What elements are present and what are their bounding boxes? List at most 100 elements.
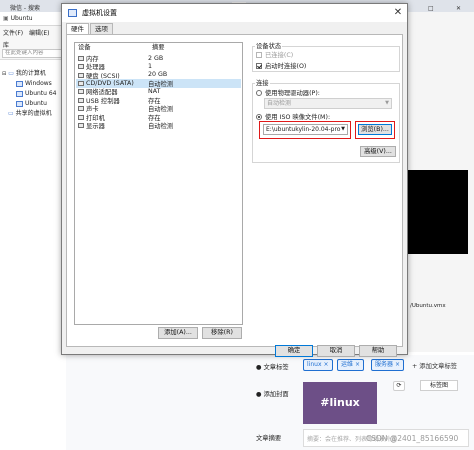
tree-item-ubuntu[interactable]: Ubuntu: [16, 99, 47, 109]
connect-on-power-on-checkbox[interactable]: 启动时连接(O): [256, 61, 306, 70]
cover-label-text: 添加封面: [263, 391, 289, 398]
connection-label: 连接: [255, 78, 270, 87]
collapse-icon: ⊟: [2, 71, 7, 77]
vmx-path: /Ubuntu.vmx: [410, 303, 446, 309]
add-device-button[interactable]: 添加(A)...: [158, 327, 198, 339]
vmware-titlebar: ▣ Ubuntu: [0, 12, 66, 26]
tree-shared-vms[interactable]: ▭ 共享的虚拟机: [8, 109, 52, 119]
vm-settings-icon: [68, 9, 77, 17]
remove-device-button[interactable]: 移除(R): [202, 327, 242, 339]
tree-my-computer[interactable]: ⊟ ▭ 我的计算机: [2, 69, 46, 79]
dialog-close-button[interactable]: ✕: [390, 5, 406, 21]
menu-file[interactable]: 文件(F): [3, 28, 23, 37]
memory-icon: [78, 55, 84, 61]
close-icon[interactable]: ×: [355, 361, 360, 368]
tag-chip-ops[interactable]: 运维 ×: [337, 359, 365, 371]
vmware-title-text: Ubuntu: [10, 15, 33, 22]
radio-unselected-icon: [256, 89, 262, 96]
library-search-input[interactable]: 在此处键入内容: [2, 49, 64, 58]
tree-label: 共享的虚拟机: [15, 110, 52, 117]
cancel-button[interactable]: 取消: [317, 345, 355, 357]
display-icon: [78, 122, 84, 128]
dialog-title: 虚拟机设置: [82, 9, 117, 17]
physical-drive-radio[interactable]: 使用物理驱动器(P):: [256, 88, 320, 97]
physical-drive-select[interactable]: 自动检测 ▼: [264, 98, 392, 109]
cover-tab-button[interactable]: 标签图: [420, 380, 458, 391]
help-button[interactable]: 帮助: [359, 345, 397, 357]
device-summary: 自动检测: [148, 80, 174, 88]
tree-label: Ubuntu 64: [25, 90, 57, 97]
printer-icon: [78, 114, 84, 120]
refresh-icon[interactable]: ⟳: [393, 381, 405, 391]
vmware-logo-icon: ▣: [3, 15, 11, 22]
tag-label: 服务器: [375, 361, 394, 368]
physical-drive-label: 使用物理驱动器(P):: [265, 90, 320, 97]
vmware-library-header: 库 在此处键入内容: [0, 38, 66, 60]
iso-file-select[interactable]: E:\ubuntukylin-20.04-pro-sp ▼: [263, 124, 348, 135]
vm-icon: [16, 91, 23, 97]
device-list[interactable]: 设备 摘要 内存 2 GB 处理器 1 硬盘 (SCSI) 20 GB CD/DVD (SA…: [74, 42, 243, 325]
library-tree: ⊟ ▭ 我的计算机 Windows Ubuntu 64 Ubuntu ▭ 共享的…: [0, 60, 66, 450]
add-tag-button[interactable]: + 添加文章标签: [412, 361, 457, 370]
maximize-icon: □: [428, 5, 434, 12]
physical-drive-value: 自动检测: [267, 100, 292, 107]
summary-label-text: 文章摘要: [256, 435, 282, 442]
device-name: CD/DVD (SATA): [86, 79, 134, 87]
iso-file-radio[interactable]: 使用 ISO 映像文件(M):: [256, 112, 330, 121]
device-name-cell: 硬盘 (SCSI): [76, 71, 148, 80]
summary-label: 文章摘要: [256, 433, 281, 442]
iso-file-label: 使用 ISO 映像文件(M):: [265, 114, 331, 121]
network-adapter-icon: [78, 89, 84, 95]
radio-selected-icon: [256, 113, 262, 120]
usb-controller-icon: [78, 97, 84, 103]
device-summary: 1: [148, 63, 153, 71]
vmware-title: ▣ Ubuntu: [3, 15, 33, 22]
tag-label: 运维: [341, 361, 354, 368]
device-name: 显示器: [86, 122, 105, 130]
chevron-down-icon: ▼: [385, 100, 389, 106]
device-summary: 20 GB: [148, 71, 168, 79]
connected-checkbox[interactable]: 已连接(C): [256, 50, 293, 59]
close-icon[interactable]: ×: [324, 361, 329, 368]
vm-icon: [16, 81, 23, 87]
col-header-device[interactable]: 设备: [75, 43, 149, 53]
tree-label: Windows: [25, 80, 52, 87]
cd-dvd-icon: [78, 80, 84, 86]
browse-button[interactable]: 浏览(B)...: [358, 124, 392, 135]
bullet-icon: ●: [256, 364, 264, 371]
cover-image[interactable]: #linux: [303, 382, 377, 424]
checkbox-checked-icon: [256, 62, 262, 69]
tree-label: 我的计算机: [15, 70, 46, 77]
iso-file-value: E:\ubuntukylin-20.04-pro-sp: [266, 126, 341, 133]
chevron-down-icon: ▼: [341, 126, 345, 132]
dialog-titlebar: 虚拟机设置 ✕: [62, 4, 407, 22]
connected-label: 已连接(C): [265, 52, 294, 59]
device-list-header: 设备 摘要: [75, 43, 242, 53]
ok-button[interactable]: 确定: [275, 345, 313, 357]
tag-chip-linux[interactable]: linux ×: [303, 359, 333, 371]
device-summary: 自动检测: [148, 122, 174, 130]
device-summary: 2 GB: [148, 54, 164, 62]
device-row[interactable]: 显示器 自动检测: [76, 121, 241, 130]
tags-label-text: 文章标签: [263, 364, 289, 371]
vmware-menubar: 文件(F) 编辑(E): [0, 26, 66, 38]
connect-on-power-on-label: 启动时连接(O): [265, 63, 307, 70]
col-header-summary[interactable]: 摘要: [149, 43, 239, 53]
tree-item-ubuntu64[interactable]: Ubuntu 64: [16, 89, 57, 99]
close-icon[interactable]: ×: [395, 361, 400, 368]
browser-tab-label: 微信 - 搜索: [10, 5, 40, 12]
menu-edit[interactable]: 编辑(E): [29, 28, 49, 37]
shared-vm-icon: ▭: [8, 110, 14, 117]
tag-chip-server[interactable]: 服务器 ×: [371, 359, 405, 371]
tree-label: Ubuntu: [25, 100, 47, 107]
vm-settings-dialog: 虚拟机设置 ✕ 硬件 选项 设备 摘要 内存 2 GB 处理器 1 硬盘 (SCSI) 2…: [61, 3, 408, 357]
device-status-label: 设备状态: [255, 41, 283, 50]
close-icon: ✕: [456, 5, 462, 12]
vm-console-preview[interactable]: [406, 170, 468, 254]
checkbox-unchecked-icon: [256, 51, 262, 58]
tree-item-windows[interactable]: Windows: [16, 79, 52, 89]
hardware-panel: 设备 摘要 内存 2 GB 处理器 1 硬盘 (SCSI) 20 GB CD/DVD (SA…: [66, 34, 403, 347]
vm-icon: [16, 101, 23, 107]
advanced-button[interactable]: 高级(V)...: [360, 146, 396, 157]
hard-disk-icon: [78, 72, 84, 78]
